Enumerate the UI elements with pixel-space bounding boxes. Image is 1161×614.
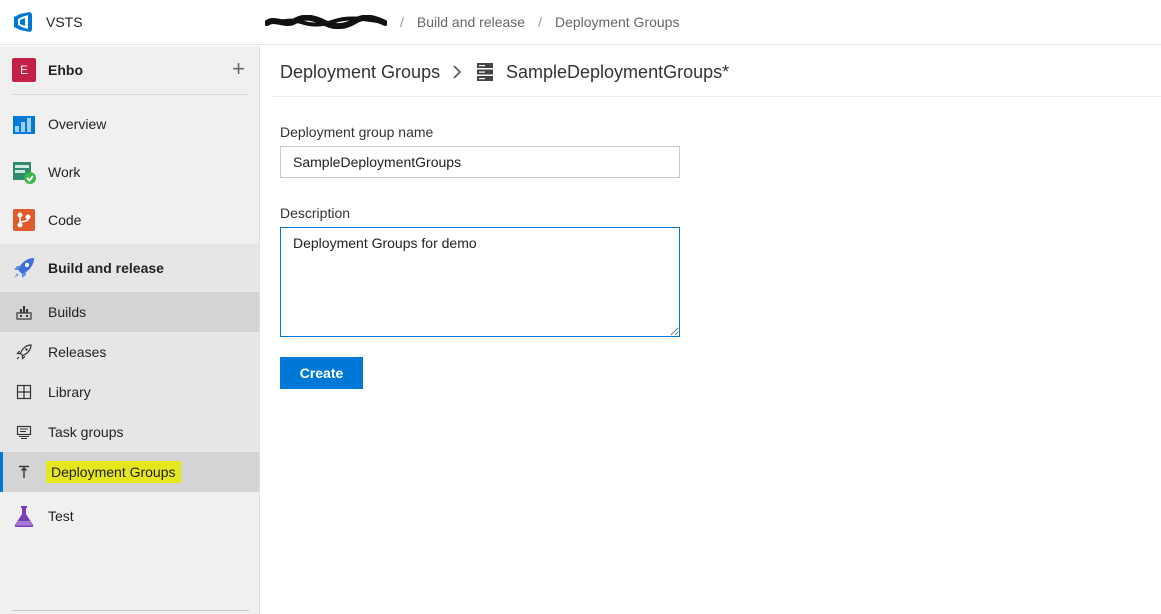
code-icon: [13, 209, 35, 231]
chevron-right-icon: [453, 65, 462, 79]
breadcrumb: / Build and release / Deployment Groups: [265, 14, 679, 30]
deployment-groups-icon: [19, 465, 29, 478]
sidebar-item-label: Overview: [48, 116, 107, 132]
work-icon: [13, 162, 36, 184]
breadcrumb-build-and-release[interactable]: Build and release: [417, 14, 525, 30]
breadcrumb-separator: /: [400, 14, 404, 30]
sidebar-item-overview[interactable]: Overview: [0, 100, 259, 148]
sidebar-item-builds[interactable]: Builds: [0, 292, 259, 332]
sidebar-item-label-wrap: Deployment Groups: [46, 461, 181, 483]
sidebar-item-task-groups[interactable]: Task groups: [0, 412, 259, 452]
library-icon: [16, 384, 32, 400]
page-header: Deployment Groups SampleDeploymentGroups…: [272, 46, 1161, 97]
deployment-group-name-input[interactable]: [280, 146, 680, 178]
sidebar-item-library[interactable]: Library: [0, 372, 259, 412]
builds-icon: [16, 306, 32, 320]
description-textarea[interactable]: Deployment Groups for demo: [280, 227, 680, 337]
server-rack-icon: [477, 63, 493, 81]
overview-icon: [13, 116, 35, 134]
page-title: SampleDeploymentGroups*: [506, 62, 730, 82]
sidebar-divider: [12, 610, 249, 611]
project-header: E Ehbo +: [12, 58, 249, 95]
sidebar-item-label: Library: [48, 384, 91, 400]
sidebar-item-work[interactable]: Work: [0, 148, 259, 196]
sidebar-item-label: Task groups: [48, 424, 124, 440]
sidebar-item-label: Releases: [48, 344, 107, 360]
vsts-logo-icon: [14, 12, 32, 32]
breadcrumb-separator: /: [538, 14, 542, 30]
sidebar-item-label: Build and release: [48, 260, 164, 276]
test-flask-icon: [14, 506, 34, 527]
project-name[interactable]: Ehbo: [48, 62, 83, 78]
sidebar-item-label: Code: [48, 212, 82, 228]
project-avatar[interactable]: E: [12, 58, 36, 82]
sidebar-item-label: Test: [48, 508, 74, 524]
sidebar-item-label: Deployment Groups: [46, 461, 181, 483]
sidebar-item-label: Builds: [48, 304, 87, 320]
brand[interactable]: VSTS: [12, 11, 83, 33]
sidebar: E Ehbo + Overview Work Code Build and re…: [0, 46, 260, 614]
add-icon[interactable]: +: [232, 58, 245, 80]
sidebar-item-deployment-groups[interactable]: Deployment Groups: [0, 452, 259, 492]
sidebar-item-releases[interactable]: Releases: [0, 332, 259, 372]
breadcrumb-deployment-groups[interactable]: Deployment Groups: [555, 14, 680, 30]
deployment-groups-link[interactable]: Deployment Groups: [280, 62, 440, 83]
rocket-icon: [14, 258, 34, 278]
sidebar-item-code[interactable]: Code: [0, 196, 259, 244]
sidebar-item-test[interactable]: Test: [0, 492, 259, 540]
deployment-group-name-label: Deployment group name: [280, 124, 434, 140]
description-label: Description: [280, 205, 351, 221]
sidebar-item-build-and-release[interactable]: Build and release: [0, 244, 259, 292]
top-bar: VSTS / Build and release / Deployment Gr…: [0, 0, 1161, 45]
app-name: VSTS: [46, 14, 83, 30]
redacted-account-scribble: [265, 15, 387, 29]
releases-icon: [16, 344, 32, 360]
main-content: Deployment Groups SampleDeploymentGroups…: [272, 46, 1161, 614]
task-groups-icon: [16, 425, 32, 440]
create-button[interactable]: Create: [280, 357, 363, 389]
sidebar-item-label: Work: [48, 164, 81, 180]
